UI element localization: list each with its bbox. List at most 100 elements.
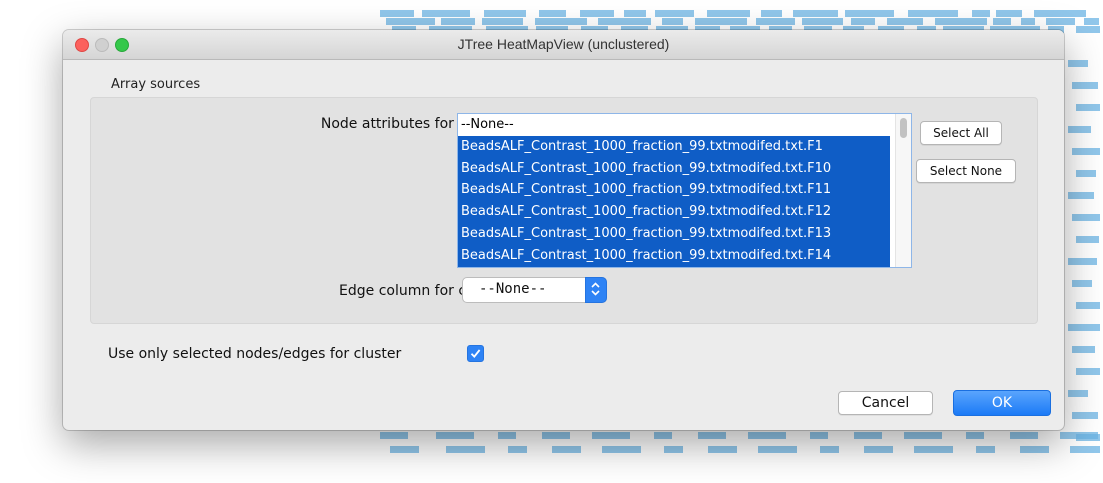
heatmap-tile [756,18,795,25]
heatmap-tile [654,432,672,439]
section-label-array-sources: Array sources [111,77,201,92]
heatmap-tile [996,10,1022,17]
heatmap-tile [966,432,984,439]
heatmap-tile [436,432,474,439]
heatmap-tile [1020,446,1049,453]
heatmap-tile [1072,148,1100,155]
heatmap-tile [851,18,875,25]
heatmap-tile [508,446,527,453]
heatmap-tile [1072,214,1100,221]
heatmap-tile [1072,82,1098,89]
list-item[interactable]: --None-- [458,114,890,136]
list-item[interactable]: BeadsALF_Contrast_1000_fraction_99.txtmo… [458,201,890,223]
heatmap-tile [698,432,726,439]
window-title: JTree HeatMapView (unclustered) [457,36,670,52]
heatmap-tile [446,446,485,453]
use-only-selected-label: Use only selected nodes/edges for cluste… [108,346,402,362]
heatmap-tile [1076,236,1099,243]
cancel-button[interactable]: Cancel [838,391,933,415]
node-attributes-list[interactable]: --None-- BeadsALF_Contrast_1000_fraction_… [457,113,912,268]
heatmap-tile [1068,258,1097,265]
heatmap-tile [914,446,953,453]
heatmap-tile [1076,104,1100,111]
heatmap-tile [602,446,641,453]
list-item[interactable]: BeadsALF_Contrast_1000_fraction_99.txtmo… [458,157,890,180]
heatmap-tile [484,10,526,17]
heatmap-tile [1072,280,1092,287]
heatmap-tile [758,446,797,453]
heatmap-tile [708,446,737,453]
heatmap-tile [707,10,750,17]
title-bar[interactable]: JTree HeatMapView (unclustered) [63,30,1064,60]
heatmap-tile [539,10,566,17]
heatmap-tile [1076,368,1100,375]
heatmap-tile [1070,446,1100,453]
heatmap-tile [662,18,683,25]
edge-column-select[interactable]: --None-- [462,277,607,303]
heatmap-tile [1046,18,1075,25]
heatmap-tile [380,432,408,439]
list-item[interactable]: BeadsALF_Contrast_1000_fraction_99.txtmo… [458,179,890,202]
heatmap-tile [592,432,630,439]
heatmap-tile [810,432,828,439]
heatmap-tile [972,10,990,17]
heatmap-tile [993,18,1011,25]
heatmap-tile [887,18,923,25]
heatmap-tile [542,432,570,439]
ok-button[interactable]: OK [953,390,1051,416]
heatmap-tile [904,432,942,439]
heatmap-tile [935,18,987,25]
heatmap-tile [1068,126,1091,133]
heatmap-tile [1084,18,1099,25]
list-item[interactable]: BeadsALF_Contrast_1000_fraction_99.txtmo… [458,135,890,158]
heatmap-tile [1072,412,1098,419]
heatmap-tile [655,10,694,17]
heatmap-tile [1060,432,1098,439]
heatmap-tile [1010,432,1038,439]
heatmap-tile [908,10,958,17]
heatmap-tile [535,18,587,25]
heatmap-tile [422,10,470,17]
heatmap-tile [1076,302,1100,309]
heatmap-tile [1068,324,1100,331]
heatmap-tile [1034,10,1086,17]
heatmap-tile [976,446,995,453]
heatmap-tile [761,10,782,17]
heatmap-tile [845,10,894,17]
list-scrollbar[interactable] [895,114,911,267]
select-all-button[interactable]: Select All [920,121,1002,145]
heatmap-tile [802,18,843,25]
use-only-selected-checkbox[interactable] [467,345,484,362]
heatmap-tile [441,18,475,25]
heatmap-tile [695,18,747,25]
heatmap-tile [380,10,414,17]
heatmap-tile [1076,170,1096,177]
heatmap-tile [1068,60,1088,67]
edge-column-value: --None-- [479,281,547,297]
heatmap-tile [793,10,838,17]
heatmap-tile [1076,26,1100,33]
heatmap-tile [598,18,651,25]
list-scrollbar-thumb[interactable] [900,118,907,138]
heatmap-tile [552,446,581,453]
list-item[interactable]: BeadsALF_Contrast_1000_fraction_99.txtmo… [458,244,890,267]
heatmap-tile [820,446,839,453]
heatmap-tile [498,432,516,439]
heatmap-tile [390,446,419,453]
list-item[interactable]: BeadsALF_Contrast_1000_fraction_99.txtmo… [458,222,890,245]
heatmap-tile [854,432,882,439]
heatmap-tile [580,10,614,17]
heatmap-tile [864,446,893,453]
heatmap-tile [386,18,435,25]
heatmap-tile [1068,192,1094,199]
heatmap-tile [482,18,523,25]
heatmap-tile [1068,390,1088,397]
dialog-window: JTree HeatMapView (unclustered) Array so… [63,30,1064,430]
heatmap-tile [624,10,646,17]
select-none-button[interactable]: Select None [916,159,1016,183]
heatmap-tile [1021,18,1035,25]
heatmap-tile [1072,346,1095,353]
heatmap-tile [748,432,786,439]
checkmark-icon [470,349,481,358]
chevron-up-down-icon[interactable] [585,277,607,303]
